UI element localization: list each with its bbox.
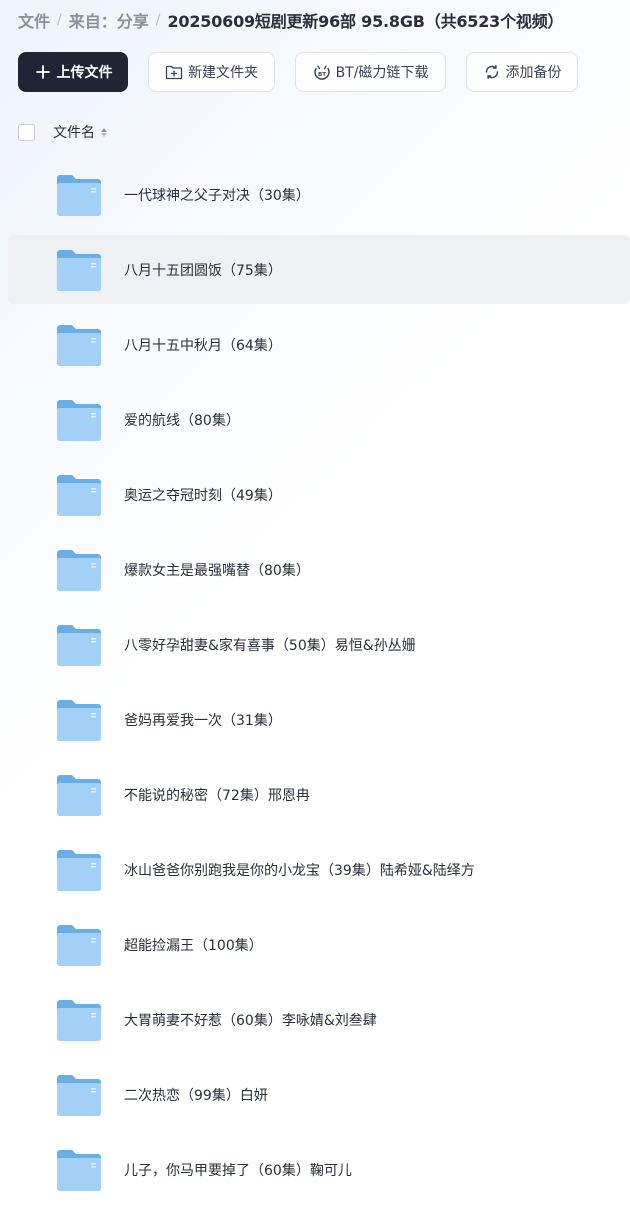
file-name[interactable]: 爱的航线（80集） [124, 410, 240, 430]
svg-text:BT: BT [318, 72, 326, 78]
file-row[interactable]: 不能说的秘密（72集）邢恩冉 [8, 757, 630, 832]
file-name[interactable]: 奥运之夺冠时刻（49集） [124, 485, 282, 505]
sort-icon[interactable] [101, 127, 107, 137]
folder-icon [56, 399, 102, 441]
folder-icon [56, 624, 102, 666]
file-name[interactable]: 八零好孕甜妻&家有喜事（50集）易恒&孙丛姗 [124, 635, 416, 655]
toolbar: 上传文件 新建文件夹 BT BT/磁力链下载 添加备份 [18, 52, 618, 92]
file-name[interactable]: 超能捡漏王（100集） [124, 935, 263, 955]
file-row[interactable]: 爆款女主是最强嘴替（80集） [8, 532, 630, 607]
file-row[interactable]: 冰山爸爸你别跑我是你的小龙宝（39集）陆希娅&陆绎方 [8, 832, 630, 907]
new-folder-button[interactable]: 新建文件夹 [148, 52, 275, 92]
file-row[interactable]: 超能捡漏王（100集） [8, 907, 630, 982]
name-column-label: 文件名 [53, 125, 95, 141]
folder-icon [56, 249, 102, 291]
file-name[interactable]: 爆款女主是最强嘴替（80集） [124, 560, 310, 580]
file-name[interactable]: 冰山爸爸你别跑我是你的小龙宝（39集）陆希娅&陆绎方 [124, 860, 475, 880]
folder-icon [56, 924, 102, 966]
folder-icon [56, 474, 102, 516]
name-column-header[interactable]: 文件名 [53, 122, 107, 142]
file-row[interactable]: 大胃萌妻不好惹（60集）李咏婧&刘叁肆 [8, 982, 630, 1057]
bt-magnet-download-button[interactable]: BT BT/磁力链下载 [295, 52, 446, 92]
breadcrumb-root[interactable]: 文件 [18, 8, 50, 32]
sync-icon [483, 63, 501, 81]
file-name[interactable]: 二次热恋（99集）白妍 [124, 1085, 268, 1105]
upload-button[interactable]: 上传文件 [18, 52, 128, 92]
file-row[interactable]: 儿子，你马甲要掉了（60集）鞠可儿 [8, 1132, 630, 1207]
file-row[interactable]: 八零好孕甜妻&家有喜事（50集）易恒&孙丛姗 [8, 607, 630, 682]
file-name[interactable]: 儿子，你马甲要掉了（60集）鞠可儿 [124, 1160, 352, 1180]
bt-button-label: BT/磁力链下载 [335, 65, 429, 81]
breadcrumb-separator: / [57, 12, 62, 28]
folder-icon [56, 774, 102, 816]
folder-icon [56, 699, 102, 741]
file-name[interactable]: 八月十五中秋月（64集） [124, 335, 282, 355]
breadcrumb-from[interactable]: 来自：分享 [69, 8, 149, 32]
file-row[interactable]: 奥运之夺冠时刻（49集） [8, 457, 630, 532]
new-folder-icon [165, 63, 183, 81]
folder-icon [56, 999, 102, 1041]
folder-icon [56, 174, 102, 216]
list-header: 文件名 [18, 120, 618, 144]
folder-icon [56, 1149, 102, 1191]
file-list: 一代球神之父子对决（30集） 八月十五团圆饭（75集） 八月十五中秋月（64集） 爱的… [8, 157, 630, 1207]
file-row[interactable]: 八月十五团圆饭（75集） [8, 235, 630, 304]
file-row[interactable]: 一代球神之父子对决（30集） [8, 157, 630, 232]
file-name[interactable]: 大胃萌妻不好惹（60集）李咏婧&刘叁肆 [124, 1010, 377, 1030]
breadcrumb: 文件 / 来自：分享 / 20250609短剧更新96部 95.8GB（共652… [18, 8, 620, 32]
file-name[interactable]: 一代球神之父子对决（30集） [124, 185, 310, 205]
breadcrumb-separator: / [155, 12, 161, 28]
file-name[interactable]: 八月十五团圆饭（75集） [124, 260, 282, 280]
file-row[interactable]: 爱的航线（80集） [8, 382, 630, 457]
folder-icon [56, 1074, 102, 1116]
file-name[interactable]: 爸妈再爱我一次（31集） [124, 710, 282, 730]
new-folder-button-label: 新建文件夹 [188, 65, 258, 81]
file-row[interactable]: 八月十五中秋月（64集） [8, 307, 630, 382]
folder-icon [56, 549, 102, 591]
breadcrumb-current: 20250609短剧更新96部 95.8GB（共6523个视频） [167, 12, 564, 31]
file-row[interactable]: 二次热恋（99集）白妍 [8, 1057, 630, 1132]
add-backup-button[interactable]: 添加备份 [466, 52, 578, 92]
file-name[interactable]: 不能说的秘密（72集）邢恩冉 [124, 785, 310, 805]
folder-icon [56, 849, 102, 891]
plus-icon [34, 63, 52, 81]
file-row[interactable]: 爸妈再爱我一次（31集） [8, 682, 630, 757]
bt-icon: BT [313, 63, 331, 81]
upload-button-label: 上传文件 [56, 65, 113, 81]
select-all-checkbox[interactable] [18, 123, 35, 141]
folder-icon [56, 324, 102, 366]
add-backup-button-label: 添加备份 [505, 65, 562, 81]
